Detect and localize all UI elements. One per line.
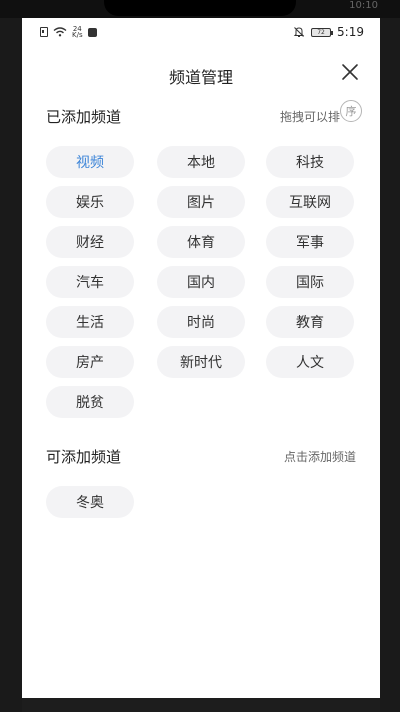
added-channel-chip[interactable]: 本地 bbox=[157, 146, 245, 178]
sort-button[interactable]: 序 bbox=[340, 100, 362, 122]
battery-icon: 72 bbox=[311, 27, 334, 37]
sim-icon bbox=[40, 27, 48, 37]
added-channel-chip[interactable]: 新时代 bbox=[157, 346, 245, 378]
available-channels-title: 可添加频道 bbox=[46, 448, 122, 466]
added-channel-chip[interactable]: 人文 bbox=[266, 346, 354, 378]
camera-notch bbox=[104, 0, 296, 16]
network-speed: 24 K/s bbox=[72, 26, 83, 39]
available-channels-grid: 冬奥 bbox=[46, 486, 356, 526]
close-icon[interactable] bbox=[340, 62, 360, 82]
app-icon bbox=[87, 27, 97, 37]
status-bar: 24 K/s 72 5:19 bbox=[22, 18, 380, 46]
added-channel-chip[interactable]: 生活 bbox=[46, 306, 134, 338]
added-channel-chip[interactable]: 互联网 bbox=[266, 186, 354, 218]
added-channel-chip[interactable]: 国内 bbox=[157, 266, 245, 298]
wifi-icon bbox=[53, 27, 67, 37]
available-channel-chip[interactable]: 冬奥 bbox=[46, 486, 134, 518]
status-bar-clock: 5:19 bbox=[337, 25, 364, 39]
added-channel-chip[interactable]: 财经 bbox=[46, 226, 134, 258]
added-channel-chip[interactable]: 房产 bbox=[46, 346, 134, 378]
add-channel-hint: 点击添加频道 bbox=[283, 450, 356, 464]
drag-sort-hint-text: 拖拽可以排 bbox=[280, 110, 341, 124]
network-speed-unit: K/s bbox=[72, 31, 83, 39]
phone-bottom-bezel bbox=[22, 698, 380, 712]
bell-off-icon bbox=[293, 27, 305, 37]
page-title: 频道管理 bbox=[168, 68, 233, 87]
added-channel-chip[interactable]: 教育 bbox=[266, 306, 354, 338]
available-channels-header: 可添加频道 点击添加频道 bbox=[46, 444, 356, 468]
status-bar-right: 72 5:19 bbox=[293, 25, 364, 39]
added-channel-chip[interactable]: 体育 bbox=[157, 226, 245, 258]
page-header: 频道管理 bbox=[22, 58, 380, 90]
added-channel-chip[interactable]: 国际 bbox=[266, 266, 354, 298]
added-channel-chip[interactable]: 图片 bbox=[157, 186, 245, 218]
added-channel-chip[interactable]: 娱乐 bbox=[46, 186, 134, 218]
added-channel-chip[interactable]: 脱贫 bbox=[46, 386, 134, 418]
bezel-clock: 10:10 bbox=[349, 0, 378, 11]
added-channel-chip[interactable]: 视频 bbox=[46, 146, 134, 178]
added-channels-title: 已添加频道 bbox=[46, 108, 122, 126]
added-channels-grid: 视频 本地 科技娱乐 图片 互联网财经 体育 军事汽车 国内 国际生活 时尚 教育房产 新时代 人文脱贫 bbox=[46, 146, 356, 426]
added-channel-chip[interactable]: 时尚 bbox=[157, 306, 245, 338]
phone-screen: 24 K/s 72 5:19 频道管理 已添加频道 拖拽可以排 序 视频本地科 bbox=[22, 18, 380, 698]
added-channels-header: 已添加频道 拖拽可以排 序 bbox=[46, 100, 362, 128]
added-channel-chip[interactable]: 军事 bbox=[266, 226, 354, 258]
added-channel-chip[interactable]: 科技 bbox=[266, 146, 354, 178]
status-bar-left: 24 K/s bbox=[40, 26, 97, 39]
added-channel-chip[interactable]: 汽车 bbox=[46, 266, 134, 298]
